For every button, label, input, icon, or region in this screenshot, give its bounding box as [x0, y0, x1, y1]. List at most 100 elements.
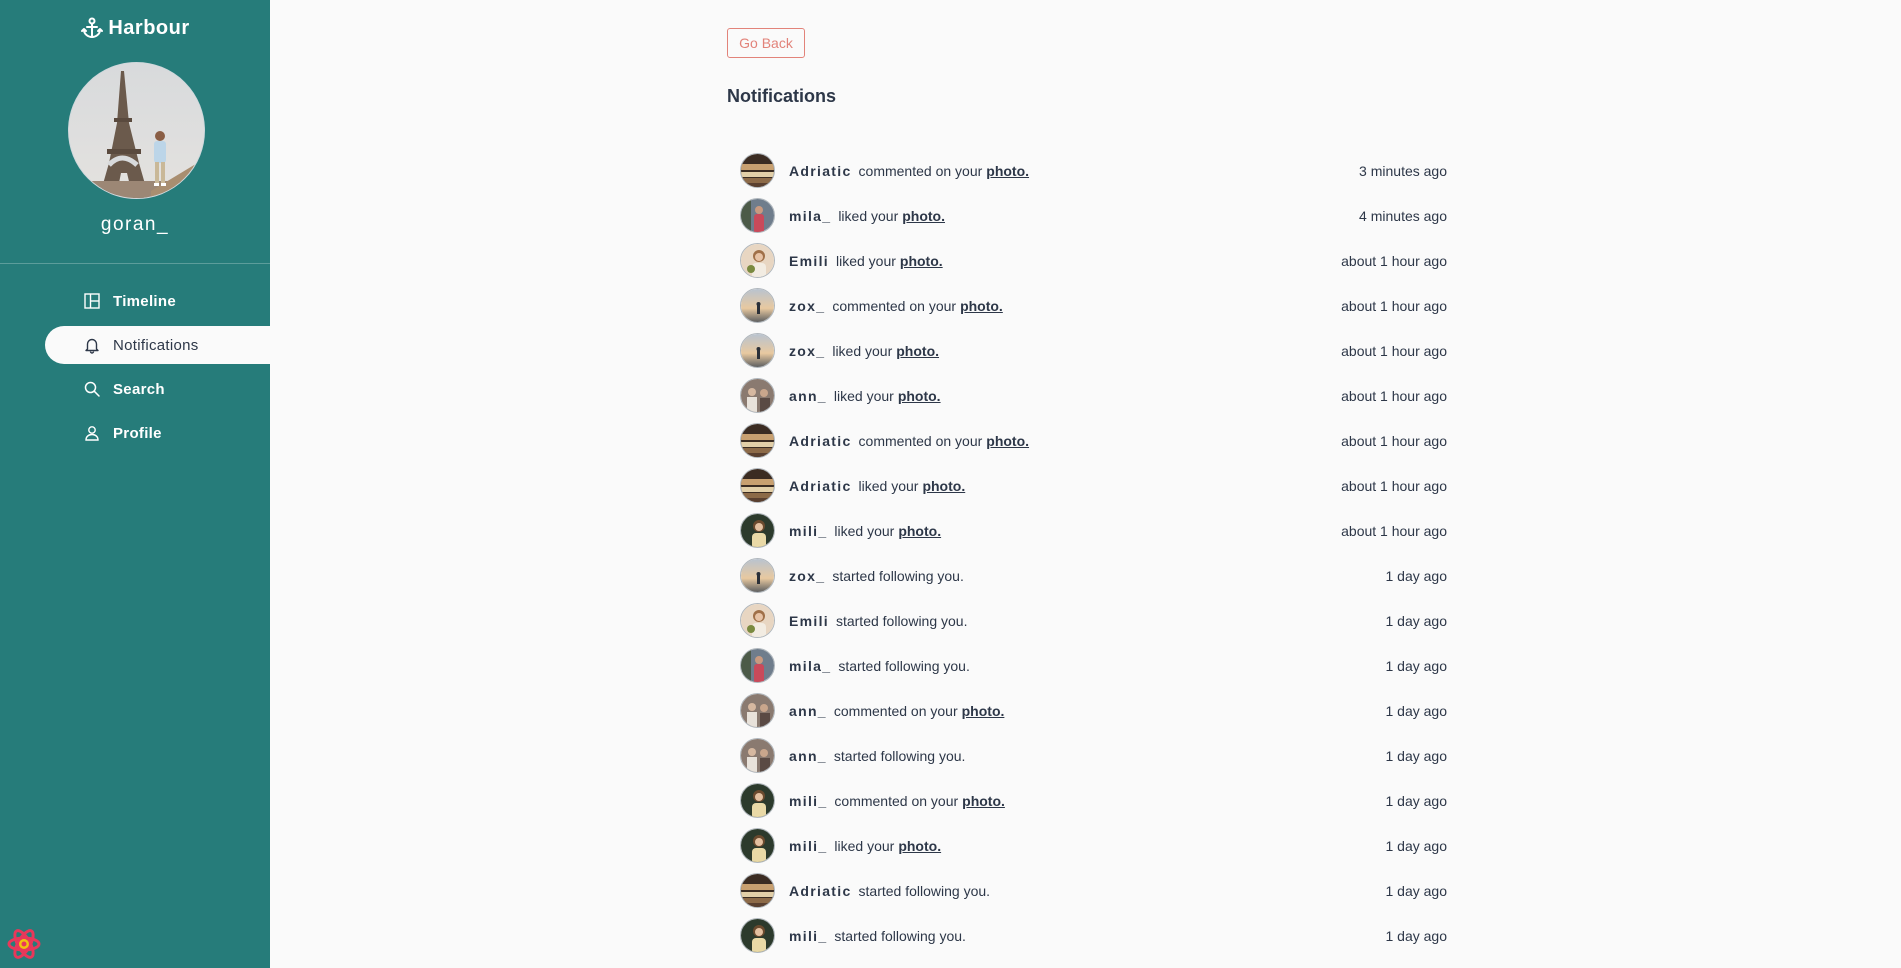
notification-item: ann_ commented on your photo. 1 day ago	[740, 688, 1447, 733]
photo-link[interactable]: photo.	[962, 703, 1005, 719]
avatar[interactable]	[740, 738, 775, 773]
sidebar: Harbour goran_ Timeline Notifications Se…	[0, 0, 270, 968]
search-icon	[84, 381, 100, 397]
sidebar-item-search[interactable]: Search	[45, 370, 270, 408]
notification-time: 1 day ago	[1385, 882, 1448, 899]
page-title: Notifications	[727, 86, 837, 106]
sidebar-divider	[0, 263, 270, 264]
notification-username[interactable]: mili_	[789, 838, 827, 854]
notification-time: about 1 hour ago	[1341, 297, 1447, 314]
avatar[interactable]	[740, 378, 775, 413]
notification-action: liked your	[834, 837, 895, 854]
avatar[interactable]	[740, 513, 775, 548]
react-devtools-icon[interactable]	[6, 926, 42, 962]
photo-link[interactable]: photo.	[922, 478, 965, 494]
notification-item: Adriatic liked your photo. about 1 hour …	[740, 463, 1447, 508]
profile-username: goran_	[100, 214, 170, 235]
photo-link[interactable]: photo.	[962, 793, 1005, 809]
notification-action: liked your	[838, 207, 899, 224]
notification-username[interactable]: mili_	[789, 928, 827, 944]
sidebar-item-label: Search	[113, 380, 165, 398]
avatar[interactable]	[740, 558, 775, 593]
avatar[interactable]	[740, 333, 775, 368]
notification-time: 1 day ago	[1385, 567, 1448, 584]
photo-link[interactable]: photo.	[986, 433, 1029, 449]
notification-item: ann_ started following you. 1 day ago	[740, 733, 1447, 778]
notification-time: 1 day ago	[1385, 747, 1448, 764]
notification-list: Adriatic commented on your photo. 3 minu…	[740, 148, 1447, 958]
notification-username[interactable]: Emili	[789, 613, 829, 629]
photo-link[interactable]: photo.	[902, 208, 945, 224]
sidebar-item-profile[interactable]: Profile	[45, 414, 270, 452]
go-back-button[interactable]: Go Back	[727, 28, 805, 58]
notification-time: about 1 hour ago	[1341, 252, 1447, 269]
notification-time: 1 day ago	[1385, 657, 1448, 674]
notification-username[interactable]: Adriatic	[789, 883, 852, 899]
avatar[interactable]	[740, 828, 775, 863]
notification-action: started following you.	[834, 927, 966, 944]
avatar[interactable]	[740, 648, 775, 683]
notification-username[interactable]: zox_	[789, 298, 825, 314]
avatar[interactable]	[740, 243, 775, 278]
notification-username[interactable]: Adriatic	[789, 433, 852, 449]
avatar[interactable]	[740, 198, 775, 233]
notification-item: mili_ started following you. 1 day ago	[740, 913, 1447, 958]
notification-username[interactable]: zox_	[789, 343, 825, 359]
sidebar-item-notifications[interactable]: Notifications	[45, 326, 270, 364]
notification-time: about 1 hour ago	[1341, 477, 1447, 494]
profile-avatar[interactable]	[68, 62, 205, 199]
eiffel-tower-photo	[69, 63, 204, 198]
avatar[interactable]	[740, 603, 775, 638]
notification-item: mili_ liked your photo. about 1 hour ago	[740, 508, 1447, 553]
photo-link[interactable]: photo.	[898, 523, 941, 539]
notification-username[interactable]: ann_	[789, 748, 827, 764]
notification-username[interactable]: mili_	[789, 523, 827, 539]
notification-action: started following you.	[858, 882, 991, 899]
sidebar-item-label: Notifications	[113, 336, 199, 354]
notification-item: Adriatic started following you. 1 day ag…	[740, 868, 1447, 913]
notification-item: zox_ liked your photo. about 1 hour ago	[740, 328, 1447, 373]
notification-username[interactable]: Adriatic	[789, 478, 852, 494]
notification-username[interactable]: ann_	[789, 703, 827, 719]
notification-item: Adriatic commented on your photo. 3 minu…	[740, 148, 1447, 193]
photo-link[interactable]: photo.	[900, 253, 943, 269]
notification-item: Adriatic commented on your photo. about …	[740, 418, 1447, 463]
photo-link[interactable]: photo.	[896, 343, 939, 359]
notification-time: 1 day ago	[1385, 612, 1448, 629]
avatar[interactable]	[740, 423, 775, 458]
notification-username[interactable]: ann_	[789, 388, 827, 404]
notification-username[interactable]: Emili	[789, 253, 829, 269]
notification-username[interactable]: zox_	[789, 568, 825, 584]
sidebar-item-timeline[interactable]: Timeline	[45, 282, 270, 320]
avatar[interactable]	[740, 783, 775, 818]
notification-item: Emili liked your photo. about 1 hour ago	[740, 238, 1447, 283]
notification-action: commented on your	[858, 432, 983, 449]
avatar[interactable]	[740, 468, 775, 503]
notification-action: commented on your	[832, 297, 957, 314]
photo-link[interactable]: photo.	[898, 838, 941, 854]
user-icon	[85, 426, 99, 441]
notification-username[interactable]: mila_	[789, 658, 831, 674]
notification-username[interactable]: mili_	[789, 793, 827, 809]
bell-icon	[85, 338, 99, 354]
notification-time: about 1 hour ago	[1341, 522, 1447, 539]
notification-item: zox_ started following you. 1 day ago	[740, 553, 1447, 598]
photo-link[interactable]: photo.	[960, 298, 1003, 314]
avatar[interactable]	[740, 288, 775, 323]
notification-time: 4 minutes ago	[1359, 207, 1447, 224]
photo-link[interactable]: photo.	[986, 163, 1029, 179]
avatar[interactable]	[740, 873, 775, 908]
notification-action: liked your	[858, 477, 919, 494]
brand-logo[interactable]: Harbour	[0, 16, 270, 40]
notification-time: 1 day ago	[1385, 792, 1448, 809]
notification-item: Emili started following you. 1 day ago	[740, 598, 1447, 643]
avatar[interactable]	[740, 918, 775, 953]
notification-username[interactable]: mila_	[789, 208, 831, 224]
avatar[interactable]	[740, 153, 775, 188]
notification-username[interactable]: Adriatic	[789, 163, 852, 179]
notification-action: commented on your	[834, 792, 959, 809]
avatar[interactable]	[740, 693, 775, 728]
notification-action: liked your	[832, 342, 893, 359]
notification-action: commented on your	[858, 162, 983, 179]
photo-link[interactable]: photo.	[898, 388, 941, 404]
